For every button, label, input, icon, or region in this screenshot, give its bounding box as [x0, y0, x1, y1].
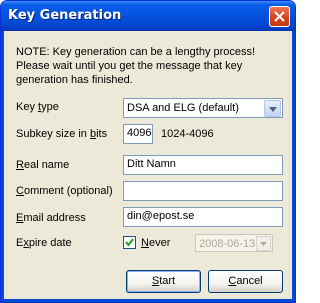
title-bar[interactable]: Key Generation	[1, 1, 295, 31]
real-name-field[interactable]: Ditt Namn	[123, 155, 283, 175]
close-icon	[274, 11, 285, 22]
subkey-size-field[interactable]: 4096	[123, 124, 153, 144]
cancel-button[interactable]: Cancel	[208, 270, 283, 293]
never-checkbox[interactable]	[123, 236, 136, 249]
note-text: NOTE: Key generation can be a lengthy pr…	[16, 45, 286, 87]
note-line: Please wait until you get the message th…	[16, 60, 243, 72]
comment-label: Comment (optional)	[16, 185, 113, 197]
comment-field[interactable]	[123, 181, 283, 201]
expire-date-value: 2008-06-13	[199, 238, 256, 250]
key-type-dropdown-button[interactable]	[264, 100, 281, 117]
window-frame-left	[1, 31, 4, 302]
expire-date-dropdown-button[interactable]	[256, 236, 271, 251]
real-name-label: Real name	[16, 159, 70, 171]
key-type-select[interactable]: DSA and ELG (default)	[123, 98, 283, 118]
checkmark-icon	[125, 238, 134, 247]
close-button[interactable]	[269, 6, 290, 27]
email-field[interactable]: din@epost.se	[123, 207, 283, 227]
expire-date-label: Expire date	[16, 237, 72, 249]
subkey-size-range: 1024-4096	[161, 128, 214, 140]
key-type-value: DSA and ELG (default)	[127, 102, 239, 114]
never-label[interactable]: Never	[141, 237, 170, 249]
key-type-label: Key type	[16, 101, 59, 113]
expire-date-picker[interactable]: 2008-06-13	[195, 234, 273, 252]
window-frame-right	[292, 31, 295, 302]
note-line: NOTE: Key generation can be a lengthy pr…	[16, 46, 256, 58]
subkey-size-label: Subkey size in bits	[16, 128, 108, 140]
key-generation-dialog: Key Generation NOTE: Key generation can …	[0, 0, 296, 303]
note-line: generation has finished.	[16, 74, 133, 86]
chevron-down-icon	[269, 107, 277, 112]
window-frame-bottom	[1, 299, 295, 302]
chevron-down-icon	[260, 242, 267, 246]
email-label: Email address	[16, 212, 86, 224]
start-button[interactable]: Start	[126, 270, 201, 293]
window-title: Key Generation	[8, 8, 122, 23]
